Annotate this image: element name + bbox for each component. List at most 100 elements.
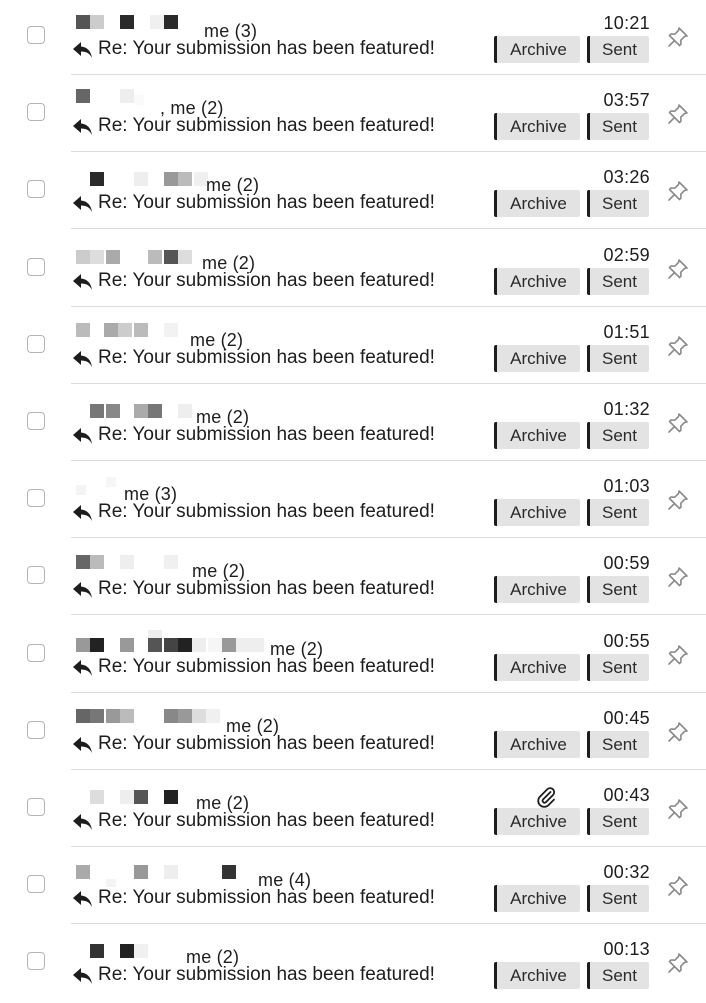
thread-subject[interactable]: Re: Your submission has been featured! [98, 115, 435, 137]
archive-button[interactable]: Archive [494, 962, 580, 990]
thread-row[interactable]: , me (2) Re: Your submission has been fea… [0, 77, 706, 154]
sent-label-button[interactable]: Sent [587, 576, 649, 604]
redacted-sender-block [90, 555, 104, 570]
pin-icon[interactable] [667, 566, 689, 588]
thread-row[interactable]: me (2) Re: Your submission has been featu… [0, 154, 706, 231]
sender-names: me (2) [76, 934, 336, 968]
thread-subject[interactable]: Re: Your submission has been featured! [98, 656, 435, 678]
archive-button[interactable]: Archive [494, 113, 580, 141]
thread-subject[interactable]: Re: Your submission has been featured! [98, 38, 435, 60]
sent-label-button[interactable]: Sent [587, 808, 649, 835]
thread-row[interactable]: me (2) Re: Your submission has been featu… [0, 540, 706, 617]
thread-subject[interactable]: Re: Your submission has been featured! [98, 733, 435, 755]
select-checkbox[interactable] [27, 798, 45, 816]
thread-subject[interactable]: Re: Your submission has been featured! [98, 578, 435, 600]
sent-label-button[interactable]: Sent [587, 422, 649, 449]
redacted-sender-block [90, 15, 104, 29]
pin-icon[interactable] [667, 721, 689, 743]
archive-button[interactable]: Archive [494, 344, 580, 372]
sent-label-button[interactable]: Sent [587, 885, 649, 913]
select-checkbox[interactable] [27, 875, 45, 894]
pin-icon[interactable] [667, 952, 689, 974]
archive-button[interactable]: Archive [494, 808, 580, 835]
thread-subject[interactable]: Re: Your submission has been featured! [98, 810, 435, 832]
select-checkbox[interactable] [27, 257, 45, 276]
row-divider [71, 846, 706, 847]
redacted-sender-block [90, 944, 104, 959]
redacted-sender-block [164, 865, 178, 880]
sent-label-button[interactable]: Sent [587, 499, 649, 527]
select-checkbox[interactable] [27, 26, 45, 44]
thread-time: 00:32 [603, 862, 650, 883]
sent-label-button[interactable]: Sent [587, 190, 649, 218]
pin-icon[interactable] [667, 103, 689, 125]
thread-subject[interactable]: Re: Your submission has been featured! [98, 501, 435, 523]
thread-row[interactable]: me (3) Re: Your submission has been featu… [0, 463, 706, 540]
thread-row[interactable]: me (2) Re: Your submission has been featu… [0, 772, 706, 849]
thread-row[interactable]: me (3) Re: Your submission has been featu… [0, 0, 706, 77]
thread-subject[interactable]: Re: Your submission has been featured! [98, 347, 435, 369]
redacted-sender-block [90, 790, 104, 804]
redacted-sender-block [164, 15, 178, 29]
select-checkbox[interactable] [27, 720, 45, 739]
redacted-sender-block [76, 485, 86, 496]
sent-label-button[interactable]: Sent [587, 36, 649, 63]
redacted-sender-block [192, 708, 206, 723]
thread-row[interactable]: me (2) Re: Your submission has been featu… [0, 926, 706, 1003]
pin-icon[interactable] [667, 644, 689, 666]
pin-icon[interactable] [667, 412, 689, 434]
row-divider [71, 382, 706, 384]
thread-subject[interactable]: Re: Your submission has been featured! [98, 887, 435, 909]
sent-label-button[interactable]: Sent [587, 962, 649, 990]
row-divider [71, 228, 706, 230]
archive-button[interactable]: Archive [494, 653, 580, 681]
sent-label-button[interactable]: Sent [587, 653, 649, 681]
sent-label-button[interactable]: Sent [587, 267, 649, 295]
archive-button[interactable]: Archive [494, 422, 580, 449]
pin-icon[interactable] [667, 335, 689, 357]
archive-button[interactable]: Archive [494, 499, 580, 527]
pin-icon[interactable] [667, 798, 689, 820]
archive-button[interactable]: Archive [494, 730, 580, 758]
thread-time: 01:32 [603, 399, 650, 419]
pin-icon[interactable] [667, 489, 689, 511]
thread-row[interactable]: me (2) Re: Your submission has been featu… [0, 309, 706, 386]
archive-button[interactable]: Archive [494, 576, 580, 604]
select-checkbox[interactable] [27, 180, 45, 199]
archive-button[interactable]: Archive [494, 267, 580, 295]
select-checkbox[interactable] [27, 952, 45, 971]
pin-icon[interactable] [667, 258, 689, 280]
pin-icon[interactable] [667, 180, 689, 202]
select-checkbox[interactable] [27, 643, 45, 662]
thread-row[interactable]: me (2) Re: Your submission has been featu… [0, 386, 706, 463]
select-checkbox[interactable] [27, 412, 45, 430]
archive-button[interactable]: Archive [494, 36, 580, 63]
select-checkbox[interactable] [27, 334, 45, 353]
redacted-sender-block [76, 555, 90, 570]
thread-subject[interactable]: Re: Your submission has been featured! [98, 192, 435, 214]
thread-subject[interactable]: Re: Your submission has been featured! [98, 424, 435, 446]
thread-row[interactable]: me (2) Re: Your submission has been featu… [0, 618, 706, 695]
reply-arrow-icon [72, 426, 94, 446]
thread-subject[interactable]: Re: Your submission has been featured! [98, 270, 435, 292]
thread-row[interactable]: me (2) Re: Your submission has been featu… [0, 232, 706, 309]
select-checkbox[interactable] [27, 103, 45, 122]
sent-label-button[interactable]: Sent [587, 344, 649, 372]
select-checkbox[interactable] [27, 566, 45, 585]
pin-icon[interactable] [667, 26, 689, 48]
archive-button[interactable]: Archive [494, 885, 580, 913]
redacted-sender-block [90, 404, 104, 418]
pin-icon[interactable] [667, 875, 689, 897]
thread-row[interactable]: me (4) Re: Your submission has been featu… [0, 849, 706, 926]
redacted-sender-block [106, 477, 116, 488]
sent-label-button[interactable]: Sent [587, 730, 649, 758]
sent-label-button[interactable]: Sent [587, 113, 649, 141]
thread-row[interactable]: me (2) Re: Your submission has been featu… [0, 695, 706, 772]
select-checkbox[interactable] [27, 489, 45, 508]
redacted-sender-block [178, 249, 192, 264]
archive-button[interactable]: Archive [494, 190, 580, 218]
sender-names: me (4) [76, 857, 336, 891]
thread-subject[interactable]: Re: Your submission has been featured! [98, 964, 435, 986]
redacted-sender-block [76, 249, 90, 264]
thread-time: 00:43 [603, 785, 650, 805]
